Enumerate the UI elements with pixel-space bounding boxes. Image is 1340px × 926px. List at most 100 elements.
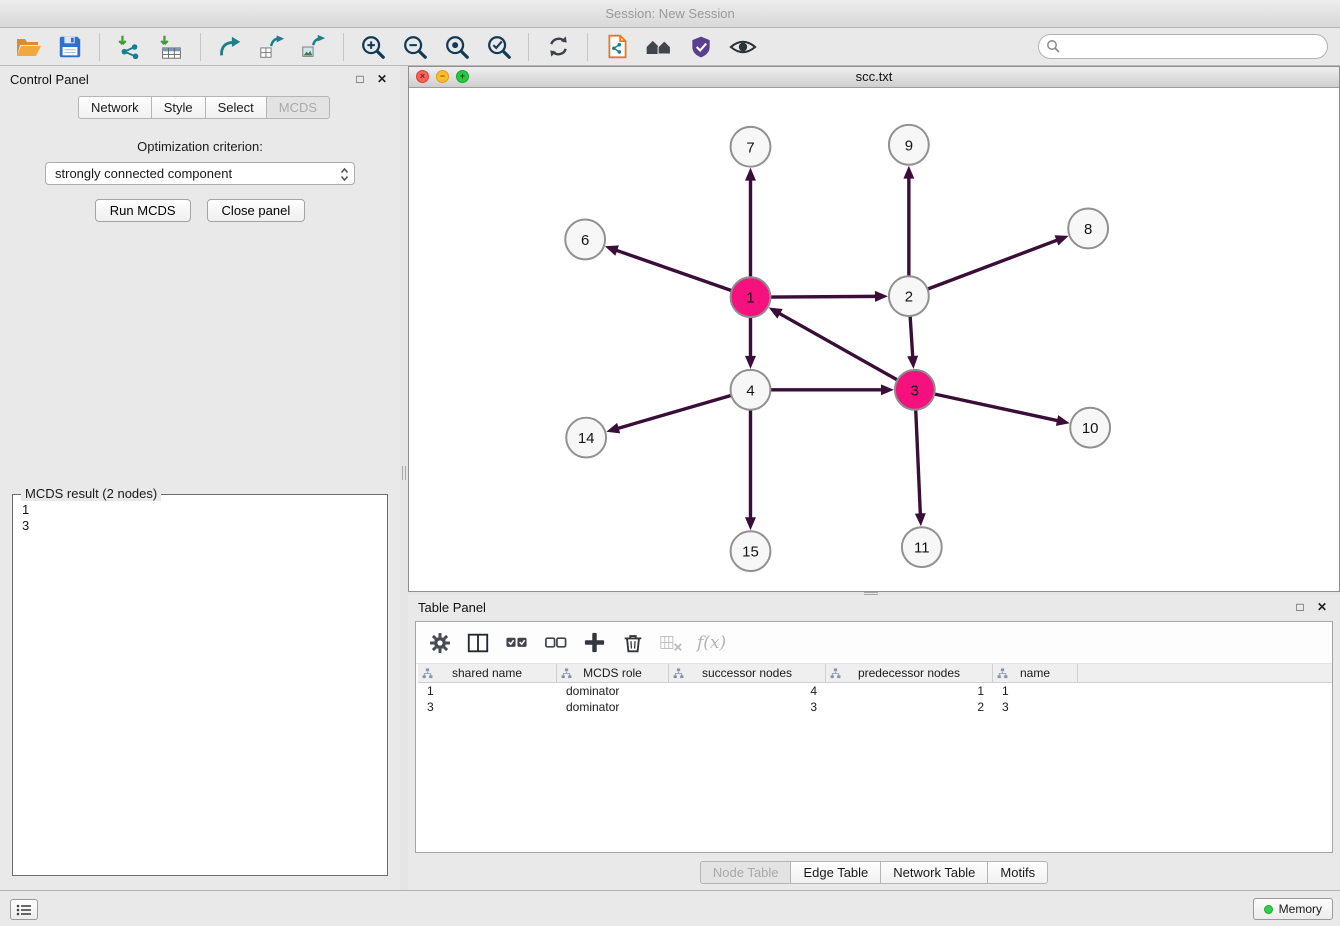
import-table-button[interactable] — [155, 31, 187, 63]
new-network-button[interactable] — [214, 31, 246, 63]
cell-predecessor-nodes[interactable]: 1 — [826, 683, 993, 699]
export-table-button[interactable] — [256, 31, 288, 63]
graph-node-1[interactable] — [731, 277, 771, 317]
save-session-button[interactable] — [54, 31, 86, 63]
graph-edge-1-2[interactable] — [770, 296, 877, 297]
graph-node-9[interactable] — [889, 125, 929, 165]
cell-name[interactable]: 3 — [993, 699, 1078, 715]
cell-predecessor-nodes[interactable]: 2 — [826, 699, 993, 715]
import-network-icon — [115, 33, 143, 61]
graph-edge-arrow — [1056, 415, 1070, 426]
zoom-fit-button[interactable] — [441, 31, 473, 63]
graph-node-6[interactable] — [565, 219, 605, 259]
cell-successor-nodes[interactable]: 3 — [669, 699, 826, 715]
zoom-out-button[interactable] — [399, 31, 431, 63]
show-columns-button[interactable] — [466, 631, 490, 655]
add-column-button[interactable] — [582, 630, 607, 655]
open-session-button[interactable] — [12, 31, 44, 63]
graph-node-2[interactable] — [889, 276, 929, 316]
select-all-button[interactable] — [504, 631, 529, 654]
toolbar-separator — [587, 33, 588, 61]
mcds-buttons-row: Run MCDS Close panel — [0, 199, 400, 222]
tab-select[interactable]: Select — [206, 96, 267, 119]
refresh-button[interactable] — [542, 31, 574, 63]
clear-selection-button[interactable] — [543, 631, 568, 654]
graph-node-11[interactable] — [902, 527, 942, 567]
list-icon — [16, 904, 32, 916]
mcds-result-line: 1 — [22, 502, 378, 518]
cell-name[interactable]: 1 — [993, 683, 1078, 699]
tab-node-table[interactable]: Node Table — [700, 861, 792, 884]
graph-edge-2-8[interactable] — [927, 240, 1058, 289]
graph-edge-arrow — [606, 423, 620, 434]
tab-network-table[interactable]: Network Table — [881, 861, 988, 884]
cell-mcds-role[interactable]: dominator — [557, 683, 669, 699]
float-panel-icon[interactable]: □ — [352, 72, 368, 86]
memory-label: Memory — [1279, 902, 1322, 916]
table-row[interactable]: 1dominator411 — [418, 683, 1332, 699]
graph-node-8[interactable] — [1068, 209, 1108, 249]
export-image-button[interactable] — [298, 31, 330, 63]
table-panel-content: f(x) shared nameMCDS rolesuccessor nodes… — [415, 621, 1333, 853]
task-history-button[interactable] — [10, 899, 38, 920]
cell-shared-name[interactable]: 1 — [418, 683, 557, 699]
delete-row-button[interactable] — [621, 631, 645, 655]
tab-motifs[interactable]: Motifs — [988, 861, 1048, 884]
table-row[interactable]: 3dominator323 — [418, 699, 1332, 715]
minimize-window-button[interactable]: − — [436, 70, 449, 83]
annotation-button[interactable] — [685, 31, 717, 63]
delete-column-button[interactable] — [659, 631, 683, 655]
column-header-name[interactable]: name — [993, 664, 1078, 682]
home-button[interactable] — [643, 31, 675, 63]
cell-mcds-role[interactable]: dominator — [557, 699, 669, 715]
graph-edge-2-3[interactable] — [910, 316, 913, 358]
cell-successor-nodes[interactable]: 4 — [669, 683, 826, 699]
graph-node-15[interactable] — [731, 531, 771, 571]
tab-edge-table[interactable]: Edge Table — [791, 861, 881, 884]
column-header-shared-name[interactable]: shared name — [418, 664, 557, 682]
graph-node-14[interactable] — [566, 418, 606, 458]
graph-node-10[interactable] — [1070, 408, 1110, 448]
zoom-in-button[interactable] — [357, 31, 389, 63]
optimization-criterion-label: Optimization criterion: — [0, 139, 400, 154]
network-window-titlebar: × − + scc.txt — [409, 67, 1339, 88]
vertical-splitter[interactable] — [400, 66, 408, 890]
show-hide-button[interactable] — [727, 31, 759, 63]
toolbar-separator — [200, 33, 201, 61]
graph-edge-arrow — [745, 517, 756, 530]
network-file-button[interactable] — [601, 31, 633, 63]
graph-edge-3-11[interactable] — [916, 410, 921, 516]
function-builder-button[interactable]: f(x) — [697, 633, 726, 653]
graph-edge-3-1[interactable] — [778, 313, 897, 380]
graph-edge-3-10[interactable] — [934, 394, 1059, 421]
close-panel-icon[interactable]: ✕ — [374, 72, 390, 86]
graph-node-3[interactable] — [895, 370, 935, 410]
float-table-panel-icon[interactable]: □ — [1292, 600, 1308, 614]
zoom-window-button[interactable]: + — [456, 70, 469, 83]
close-table-panel-icon[interactable]: ✕ — [1314, 600, 1330, 614]
column-header-mcds-role[interactable]: MCDS role — [557, 664, 669, 682]
tab-network[interactable]: Network — [78, 96, 152, 119]
cell-shared-name[interactable]: 3 — [418, 699, 557, 715]
table-settings-button[interactable] — [428, 631, 452, 655]
network-canvas[interactable]: 7968124314101511 — [409, 88, 1339, 591]
graph-edge-arrow — [875, 291, 888, 302]
zoom-selected-button[interactable] — [483, 31, 515, 63]
run-mcds-button[interactable]: Run MCDS — [95, 199, 191, 222]
column-header-successor-nodes[interactable]: successor nodes — [669, 664, 826, 682]
graph-edge-4-14[interactable] — [617, 395, 732, 428]
close-panel-button[interactable]: Close panel — [207, 199, 306, 222]
column-header-predecessor-nodes[interactable]: predecessor nodes — [826, 664, 993, 682]
criterion-dropdown[interactable]: strongly connected component — [45, 162, 355, 185]
zoom-fit-icon — [443, 33, 471, 61]
graph-node-7[interactable] — [731, 127, 771, 167]
graph-edge-1-6[interactable] — [615, 250, 731, 291]
graph-node-4[interactable] — [731, 370, 771, 410]
tab-mcds[interactable]: MCDS — [267, 96, 330, 119]
search-input[interactable] — [1038, 34, 1328, 59]
import-network-button[interactable] — [113, 31, 145, 63]
memory-button[interactable]: Memory — [1253, 898, 1333, 920]
tab-style[interactable]: Style — [152, 96, 206, 119]
graph-edge-arrow — [1055, 235, 1069, 245]
close-window-button[interactable]: × — [416, 70, 429, 83]
